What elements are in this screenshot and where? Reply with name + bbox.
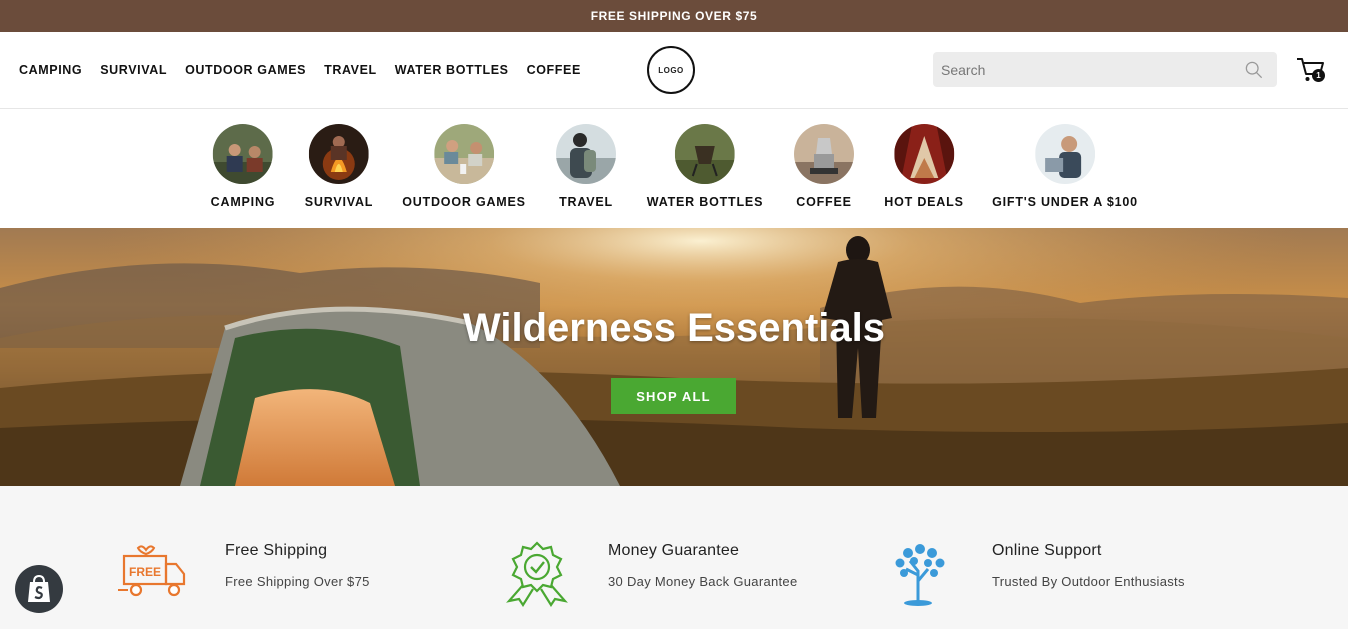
category-camping[interactable]: CAMPING xyxy=(211,124,276,209)
announcement-text: FREE SHIPPING OVER $75 xyxy=(590,9,758,23)
cart-button[interactable]: 1 xyxy=(1295,54,1327,84)
category-label: OUTDOOR GAMES xyxy=(402,195,526,209)
feature-text: Trusted By Outdoor Enthusiasts xyxy=(992,574,1185,589)
feature-money-guarantee: Money Guarantee 30 Day Money Back Guaran… xyxy=(608,542,797,589)
category-water-bottles[interactable]: WATER BOTTLES xyxy=(647,124,763,209)
feature-text: 30 Day Money Back Guarantee xyxy=(608,574,798,589)
shopify-chat-button[interactable] xyxy=(15,565,63,613)
picnic-photo xyxy=(433,124,494,184)
free-badge-text: FREE xyxy=(129,565,161,579)
search-icon[interactable] xyxy=(1245,61,1263,79)
features-section: FREE Free Shipping Free Shipping Over $7… xyxy=(0,486,1348,629)
feature-online-support: Online Support Trusted By Outdoor Enthus… xyxy=(992,542,1185,589)
nav-camping[interactable]: CAMPING xyxy=(19,63,82,77)
laptop-person-photo xyxy=(1035,124,1095,184)
category-label: TRAVEL xyxy=(559,195,613,209)
feature-title: Money Guarantee xyxy=(608,542,740,559)
category-travel[interactable]: TRAVEL xyxy=(556,124,616,209)
nav-travel[interactable]: TRAVEL xyxy=(324,63,377,77)
category-gifts-under-100[interactable]: GIFT'S UNDER A $100 xyxy=(992,124,1138,209)
badge-check-icon xyxy=(503,541,569,608)
coffee-pot-photo xyxy=(794,124,854,184)
tree-icon xyxy=(890,541,956,607)
category-label: WATER BOTTLES xyxy=(646,195,764,209)
category-survival[interactable]: SURVIVAL xyxy=(305,124,373,209)
category-coffee[interactable]: COFFEE xyxy=(794,124,854,209)
hero-background-image xyxy=(0,228,1348,486)
category-label: COFFEE xyxy=(796,195,852,209)
nav-outdoor-games[interactable]: OUTDOOR GAMES xyxy=(185,63,306,77)
nav-water-bottles[interactable]: WATER BOTTLES xyxy=(395,63,509,77)
search-input[interactable] xyxy=(933,61,1233,78)
category-label: HOT DEALS xyxy=(884,195,964,209)
category-hot-deals[interactable]: HOT DEALS xyxy=(884,124,963,209)
nav-survival[interactable]: SURVIVAL xyxy=(100,63,167,77)
hero-banner: Wilderness Essentials SHOP ALL xyxy=(0,228,1348,486)
shopify-bag-icon xyxy=(28,574,50,602)
site-logo[interactable]: LOGO xyxy=(647,46,695,94)
nav-coffee[interactable]: COFFEE xyxy=(527,63,581,77)
category-outdoor-games[interactable]: OUTDOOR GAMES xyxy=(402,124,526,209)
cart-count-badge: 1 xyxy=(1312,69,1325,82)
feature-title: Online Support xyxy=(992,542,1102,559)
hiker-photo xyxy=(556,124,616,184)
camp-chair-photo xyxy=(674,124,735,184)
category-label: CAMPING xyxy=(210,195,276,209)
search-bar xyxy=(933,52,1277,87)
feature-title: Free Shipping xyxy=(225,542,328,559)
tent-view-photo xyxy=(894,124,954,184)
hero-title: Wilderness Essentials xyxy=(462,306,886,350)
site-header: CAMPING SURVIVAL OUTDOOR GAMES TRAVEL WA… xyxy=(0,32,1348,109)
free-truck-icon: FREE xyxy=(118,544,186,610)
camping-photo xyxy=(212,124,273,184)
feature-free-shipping: Free Shipping Free Shipping Over $75 xyxy=(225,542,370,589)
feature-text: Free Shipping Over $75 xyxy=(225,574,370,589)
campfire-photo xyxy=(308,124,369,184)
category-strip: CAMPING SURVIVAL OUTDOOR GAMES TRAVEL WA… xyxy=(0,109,1348,227)
main-nav: CAMPING SURVIVAL OUTDOOR GAMES TRAVEL WA… xyxy=(0,63,581,77)
announcement-bar: FREE SHIPPING OVER $75 xyxy=(0,0,1348,32)
category-label: SURVIVAL xyxy=(304,195,374,209)
logo-text: LOGO xyxy=(658,65,684,75)
shop-all-button[interactable]: SHOP ALL xyxy=(611,378,736,414)
category-label: GIFT'S UNDER A $100 xyxy=(992,195,1138,209)
